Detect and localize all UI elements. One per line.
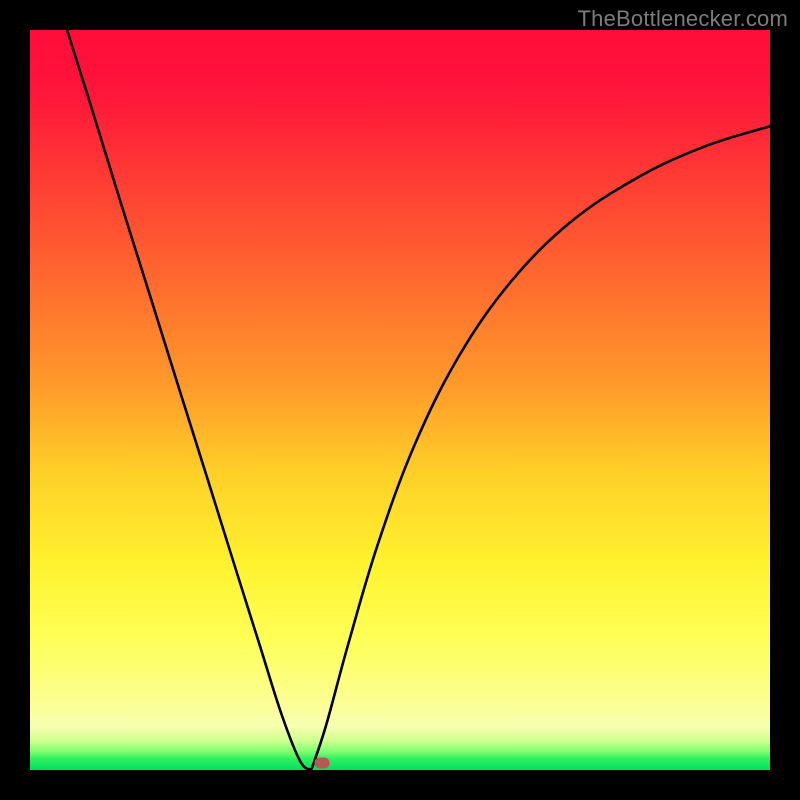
optimal-point-marker (315, 757, 330, 768)
bottleneck-curve (30, 30, 770, 770)
attribution-text: TheBottlenecker.com (578, 6, 788, 32)
chart-frame: TheBottlenecker.com (0, 0, 800, 800)
curve-left-branch (67, 30, 311, 770)
curve-right-branch (311, 126, 770, 770)
plot-area (30, 30, 770, 770)
